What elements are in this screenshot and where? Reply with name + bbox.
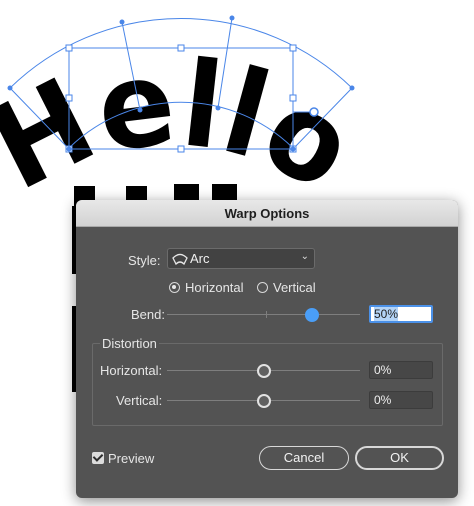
vertical-distortion-label: Vertical: — [116, 393, 163, 408]
horizontal-distortion-field[interactable]: 0% — [369, 361, 433, 379]
distortion-group — [92, 343, 443, 426]
bend-slider-center-tick — [266, 311, 267, 318]
cancel-button[interactable]: Cancel — [259, 446, 349, 470]
warp-options-dialog: Warp Options Style: Arc ⌄ Horizontal Ver… — [76, 200, 458, 498]
vertical-distortion-thumb[interactable] — [256, 394, 271, 408]
horizontal-radio-label[interactable]: Horizontal — [185, 280, 244, 295]
horizontal-distortion-label: Horizontal: — [100, 363, 163, 378]
bend-value-field[interactable]: 50% — [369, 305, 433, 323]
preview-checkbox[interactable] — [92, 452, 104, 464]
arc-warp-icon — [172, 253, 188, 266]
bend-label: Bend: — [131, 307, 165, 322]
vertical-radio-label[interactable]: Vertical — [273, 280, 316, 295]
bend-value-selection: 50% — [374, 307, 399, 321]
dialog-title: Warp Options — [76, 200, 458, 227]
bend-slider-thumb[interactable] — [304, 308, 319, 322]
style-dropdown[interactable]: Arc ⌄ — [167, 248, 315, 269]
vertical-radio[interactable] — [257, 282, 268, 293]
ok-button[interactable]: OK — [355, 446, 444, 470]
horizontal-distortion-thumb[interactable] — [256, 364, 271, 378]
vertical-distortion-field[interactable]: 0% — [369, 391, 433, 409]
distortion-legend: Distortion — [100, 336, 159, 351]
preview-label[interactable]: Preview — [108, 451, 154, 466]
center-point-handle[interactable] — [309, 107, 319, 117]
horizontal-radio[interactable] — [169, 282, 180, 293]
style-selected-value: Arc — [190, 251, 210, 266]
style-label: Style: — [128, 253, 161, 268]
chevron-down-icon: ⌄ — [300, 251, 309, 262]
bend-slider-track[interactable] — [167, 314, 360, 315]
